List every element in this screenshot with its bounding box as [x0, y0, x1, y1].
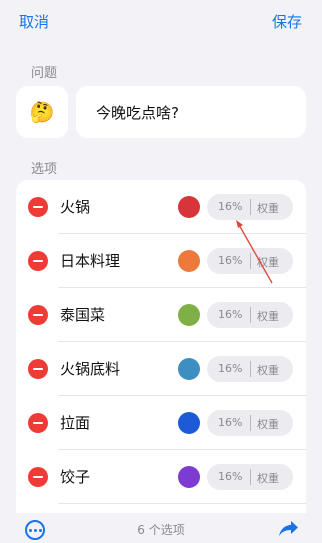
option-name[interactable]: 火锅	[60, 196, 90, 217]
minus-circle-icon[interactable]	[28, 467, 48, 487]
divider	[250, 307, 251, 323]
weight-percent: 16%	[218, 254, 243, 267]
divider	[250, 415, 251, 431]
question-field[interactable]: 今晚吃点啥?	[76, 86, 306, 138]
divider	[250, 199, 251, 215]
option-row: 火锅 16% 权重	[16, 180, 306, 234]
color-swatch[interactable]	[178, 358, 200, 380]
minus-circle-icon[interactable]	[28, 359, 48, 379]
option-row: 饺子 16% 权重	[16, 450, 306, 504]
weight-label: 权重	[257, 310, 279, 323]
color-swatch[interactable]	[178, 466, 200, 488]
divider	[250, 253, 251, 269]
weight-control[interactable]: 16% 权重	[207, 194, 293, 220]
question-text: 今晚吃点啥?	[96, 103, 179, 122]
minus-circle-icon[interactable]	[28, 197, 48, 217]
thinking-face-icon: 🤔	[29, 100, 55, 124]
option-count: 6 个选项	[137, 523, 185, 537]
option-name[interactable]: 饺子	[60, 466, 90, 487]
color-swatch[interactable]	[178, 412, 200, 434]
weight-percent: 16%	[218, 416, 243, 429]
divider	[250, 469, 251, 485]
save-button[interactable]: 保存	[272, 11, 302, 32]
question-section-label: 问题	[31, 66, 58, 81]
weight-control[interactable]: 16% 权重	[207, 248, 293, 274]
weight-control[interactable]: 16% 权重	[207, 356, 293, 382]
color-swatch[interactable]	[178, 250, 200, 272]
weight-percent: 16%	[218, 308, 243, 321]
share-icon[interactable]	[276, 517, 300, 539]
weight-label: 权重	[257, 364, 279, 377]
minus-circle-icon[interactable]	[28, 413, 48, 433]
emoji-picker[interactable]: 🤔	[16, 86, 68, 138]
options-list: 火锅 16% 权重 日本料理 16% 权重 泰国菜 16% 权重 火锅底料 16…	[16, 180, 306, 520]
color-swatch[interactable]	[178, 304, 200, 326]
option-name[interactable]: 火锅底料	[60, 358, 120, 379]
cancel-button[interactable]: 取消	[19, 11, 49, 32]
minus-circle-icon[interactable]	[28, 251, 48, 271]
weight-control[interactable]: 16% 权重	[207, 302, 293, 328]
weight-percent: 16%	[218, 200, 243, 213]
weight-control[interactable]: 16% 权重	[207, 410, 293, 436]
option-name[interactable]: 拉面	[60, 412, 90, 433]
top-bar: 取消 保存	[0, 0, 322, 44]
minus-circle-icon[interactable]	[28, 305, 48, 325]
option-name[interactable]: 日本料理	[60, 250, 120, 271]
color-swatch[interactable]	[178, 196, 200, 218]
options-section-label: 选项	[31, 162, 58, 177]
option-row: 日本料理 16% 权重	[16, 234, 306, 288]
weight-control[interactable]: 16% 权重	[207, 464, 293, 490]
option-name[interactable]: 泰国菜	[60, 304, 105, 325]
weight-label: 权重	[257, 202, 279, 215]
weight-label: 权重	[257, 256, 279, 269]
weight-percent: 16%	[218, 362, 243, 375]
row-separator	[58, 503, 306, 504]
option-row: 泰国菜 16% 权重	[16, 288, 306, 342]
option-row: 拉面 16% 权重	[16, 396, 306, 450]
option-row: 火锅底料 16% 权重	[16, 342, 306, 396]
weight-percent: 16%	[218, 470, 243, 483]
weight-label: 权重	[257, 472, 279, 485]
divider	[250, 361, 251, 377]
weight-label: 权重	[257, 418, 279, 431]
